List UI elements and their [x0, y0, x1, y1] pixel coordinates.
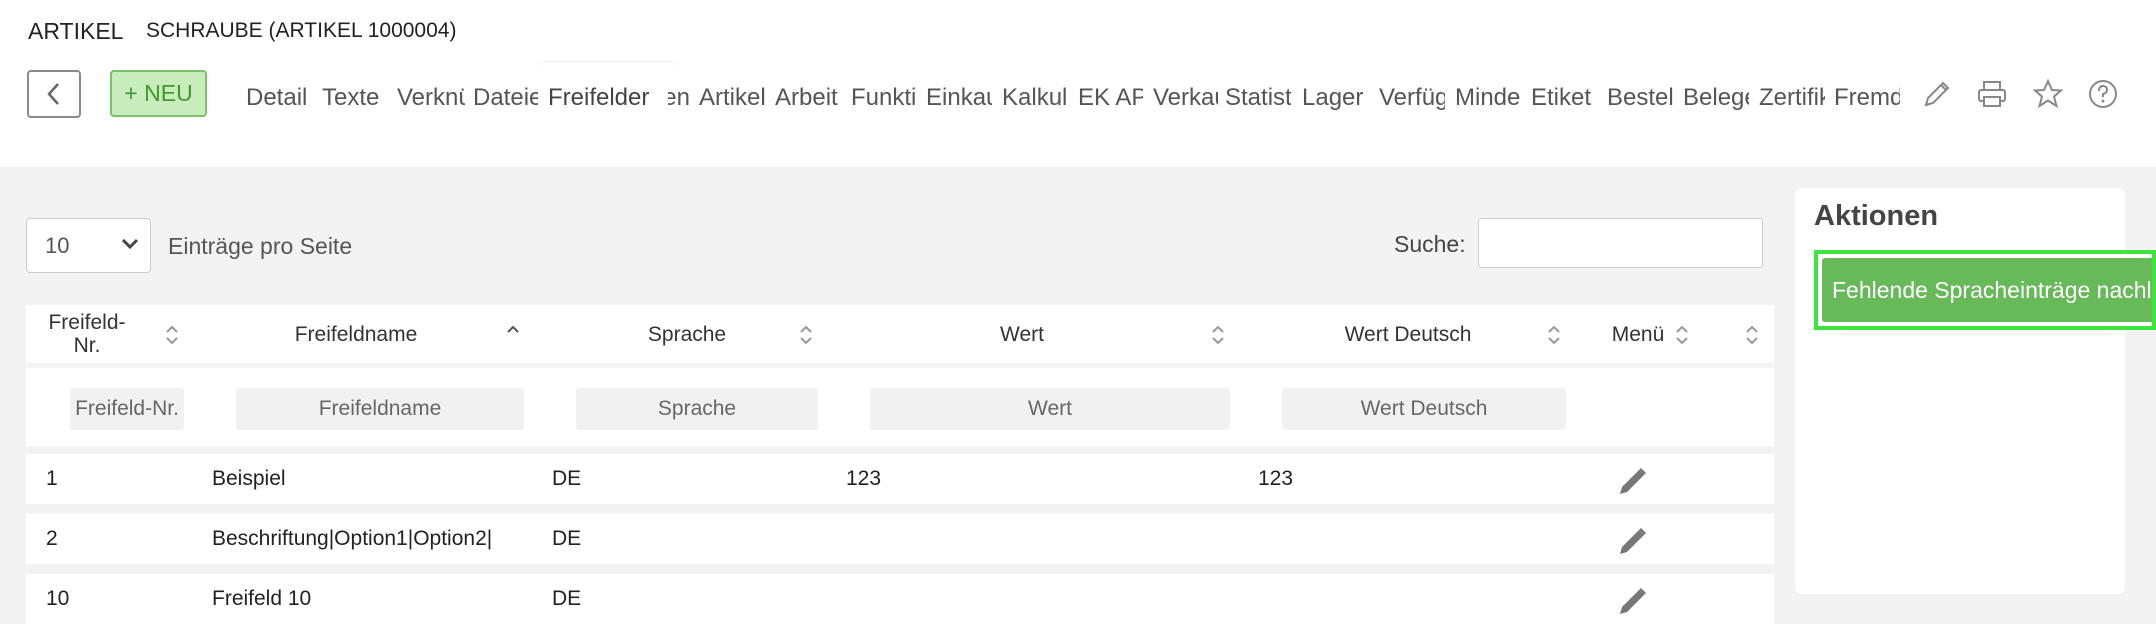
filter-freifeld-nr[interactable]: Freifeld-Nr. — [70, 388, 184, 430]
tab-sprachen[interactable]: Sprachen — [668, 62, 690, 124]
cell-name: Beschriftung|Option1|Option2| — [212, 527, 493, 550]
tab-ek-ap[interactable]: EK AP — [1078, 62, 1143, 124]
column-header-freifeld-nr[interactable]: Freifeld-Nr. — [48, 305, 125, 363]
filter-wert-deutsch[interactable]: Wert Deutsch — [1282, 388, 1566, 430]
tab-belege[interactable]: Belege — [1683, 62, 1749, 124]
cell-nr: 1 — [46, 467, 58, 490]
filter-row: Freifeld-Nr. Freifeldname Sprache Wert W… — [26, 368, 1774, 446]
filter-freifeldname[interactable]: Freifeldname — [236, 388, 524, 430]
star-icon[interactable] — [2030, 76, 2066, 112]
cell-name: Freifeld 10 — [212, 587, 312, 610]
cell-nr: 2 — [46, 527, 58, 550]
column-header-sprache[interactable]: Sprache — [622, 305, 752, 363]
tab-verkauf[interactable]: Verkauf — [1153, 62, 1218, 124]
edit-pencil-icon[interactable] — [1616, 524, 1650, 558]
help-icon[interactable] — [2085, 76, 2121, 112]
page-size-value: 10 — [45, 233, 70, 258]
chevron-left-icon — [47, 83, 59, 105]
tab-detail[interactable]: Detail — [246, 62, 316, 124]
header-band — [0, 125, 2156, 168]
search-label: Suche: — [1394, 231, 1466, 257]
back-button[interactable] — [27, 70, 81, 118]
filter-wert[interactable]: Wert — [870, 388, 1230, 430]
tab-mindestbestand[interactable]: Mindestbestand — [1455, 62, 1521, 124]
breadcrumb-record: SCHRAUBE (ARTIKEL 1000004) — [146, 19, 457, 42]
tab-verfuegbarkeit[interactable]: Verfügbarkeit — [1379, 62, 1445, 124]
sort-icon[interactable] — [1674, 323, 1690, 347]
actions-title: Aktionen — [1814, 200, 1939, 232]
tab-etiket[interactable]: Etiket — [1531, 62, 1599, 124]
page-size-select[interactable]: 10 — [26, 218, 151, 273]
tab-dateien[interactable]: Dateien — [473, 62, 539, 124]
table-row[interactable]: 10 Freifeld 10 DE — [26, 574, 1774, 624]
sort-icon[interactable] — [1546, 323, 1562, 347]
tab-funktionen[interactable]: Funktionen — [851, 62, 917, 124]
cell-sprache: DE — [552, 467, 582, 490]
tab-kalkulation[interactable]: Kalkulation — [1002, 62, 1068, 124]
search-input[interactable] — [1478, 218, 1763, 268]
tab-statistik[interactable]: Statistik — [1225, 62, 1291, 124]
column-header-freifeldname[interactable]: Freifeldname — [266, 305, 446, 363]
cell-sprache: DE — [552, 527, 582, 550]
new-button[interactable]: + NEU — [110, 70, 207, 117]
sort-icon[interactable] — [798, 323, 814, 347]
column-header-wert-deutsch[interactable]: Wert Deutsch — [1328, 305, 1488, 363]
actions-panel — [1795, 188, 2125, 594]
load-missing-translations-label: Fehlende Spracheinträge nachladen — [1822, 258, 2152, 322]
load-missing-translations-button[interactable]: Fehlende Spracheinträge nachladen — [1814, 250, 2156, 330]
cell-wert: 123 — [846, 467, 882, 490]
tab-texte[interactable]: Texte — [322, 62, 386, 124]
printer-icon[interactable] — [1974, 76, 2010, 112]
column-header-menue[interactable]: Menü — [1606, 305, 1670, 363]
cell-wert-deutsch: 123 — [1258, 467, 1294, 490]
tab-bar: Detail Texte Verknüpfungen Dateien Freif… — [240, 62, 1900, 124]
table-header: Freifeld-Nr. Freifeldname Sprache Wert W… — [26, 305, 1774, 363]
tab-artikel[interactable]: Artikel — [699, 62, 766, 124]
chevron-down-icon — [121, 238, 139, 250]
cell-nr: 10 — [46, 587, 70, 610]
table-row[interactable]: 1 Beispiel DE 123 123 — [26, 454, 1774, 504]
tab-fremdartikel[interactable]: Fremdartikel — [1834, 62, 1900, 124]
edit-pencil-icon[interactable] — [1616, 464, 1650, 498]
pencil-icon[interactable] — [1919, 76, 1955, 112]
tab-verknuepfungen[interactable]: Verknüpfungen — [397, 62, 465, 124]
tab-einkauf[interactable]: Einkauf — [926, 62, 992, 124]
sort-icon[interactable] — [1210, 323, 1226, 347]
tab-freifelder[interactable]: Freifelder — [538, 62, 678, 124]
tab-bestellungen[interactable]: Bestellungen — [1607, 62, 1673, 124]
sort-icon[interactable] — [164, 323, 180, 347]
cell-name: Beispiel — [212, 467, 286, 490]
cell-sprache: DE — [552, 587, 582, 610]
breadcrumb-section[interactable]: ARTIKEL — [28, 18, 123, 45]
tab-zertifikate[interactable]: Zertifikate — [1759, 62, 1825, 124]
sort-asc-icon[interactable] — [505, 323, 521, 347]
edit-pencil-icon[interactable] — [1616, 584, 1650, 618]
table-row[interactable]: 2 Beschriftung|Option1|Option2| DE — [26, 514, 1774, 564]
column-header-wert[interactable]: Wert — [982, 305, 1062, 363]
page-size-label: Einträge pro Seite — [168, 233, 353, 259]
sort-icon[interactable] — [1744, 323, 1760, 347]
tab-lager[interactable]: Lager — [1302, 62, 1369, 124]
filter-sprache[interactable]: Sprache — [576, 388, 818, 430]
tab-arbeit[interactable]: Arbeit — [775, 62, 843, 124]
